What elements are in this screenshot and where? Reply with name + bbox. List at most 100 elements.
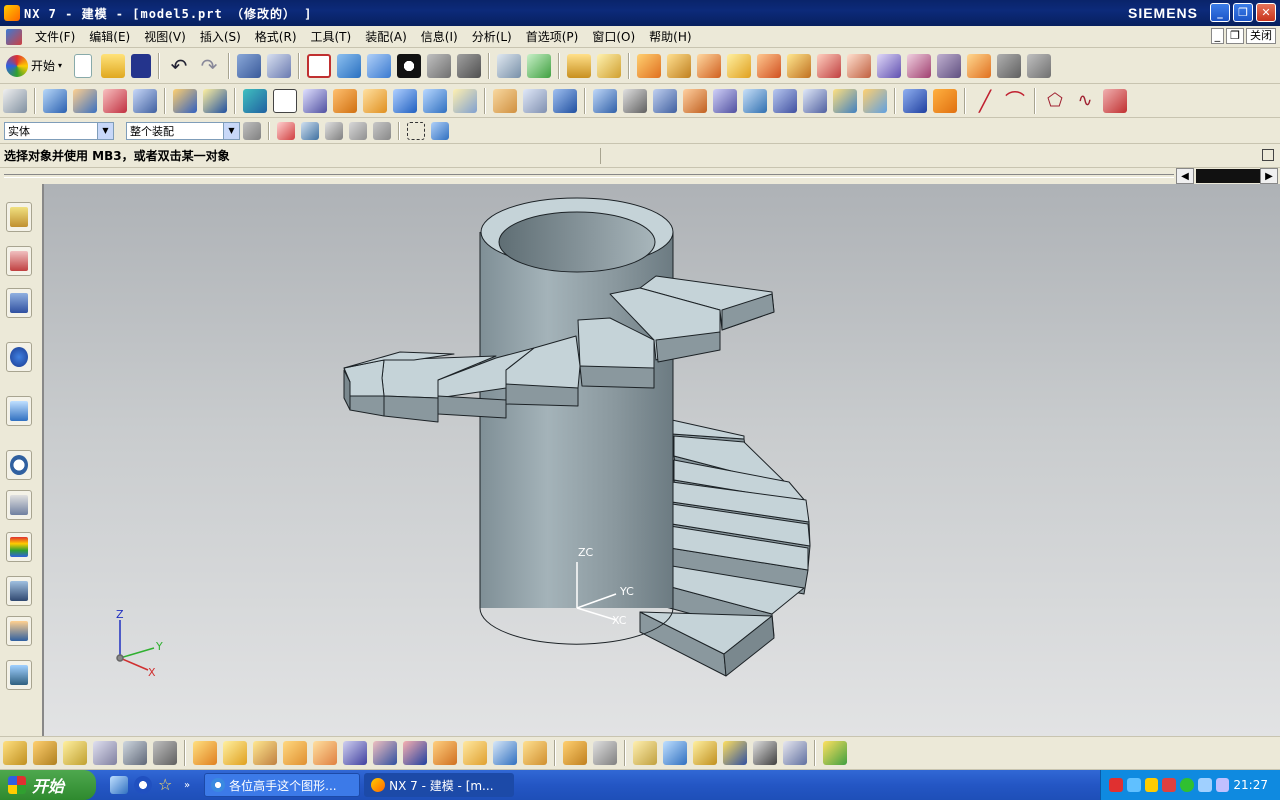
qq-icon[interactable] (1144, 778, 1159, 792)
offset-surface-icon[interactable] (713, 88, 737, 113)
open-folder-icon[interactable] (101, 53, 126, 78)
roles-icon[interactable] (6, 616, 32, 646)
new-component-bottom-icon[interactable] (223, 741, 247, 765)
menu-insert[interactable]: 插入(S) (193, 26, 248, 48)
copy-icon[interactable] (267, 53, 292, 78)
chamfer-icon[interactable] (363, 88, 387, 113)
arrangements-icon[interactable] (783, 741, 807, 765)
select-body-icon[interactable] (325, 121, 343, 140)
wave-icon[interactable] (153, 741, 177, 765)
add-component-icon[interactable] (637, 53, 662, 78)
spline-icon[interactable]: ∿ (1073, 89, 1097, 113)
revolve-icon[interactable] (73, 88, 97, 113)
replace-icon[interactable] (433, 741, 457, 765)
hole-icon[interactable] (393, 88, 417, 113)
check-clearance-icon[interactable] (817, 53, 842, 78)
datum-plane-icon[interactable] (173, 88, 197, 113)
edge-blend-icon[interactable] (333, 88, 357, 113)
sweep-icon[interactable] (103, 88, 127, 113)
move-component-icon[interactable] (313, 741, 337, 765)
select-face-icon[interactable] (301, 121, 319, 140)
measure-distance-icon[interactable] (567, 53, 592, 78)
show-only-icon[interactable] (63, 741, 87, 765)
cloning-icon[interactable] (633, 741, 657, 765)
menu-view[interactable]: 视图(V) (137, 26, 193, 48)
reposition-component-icon[interactable] (787, 53, 812, 78)
undo-icon[interactable]: ↶ (167, 54, 191, 78)
wave-linker-icon[interactable] (847, 53, 872, 78)
deformable-part-icon[interactable] (937, 53, 962, 78)
menu-help[interactable]: 帮助(H) (642, 26, 698, 48)
web-browser-icon[interactable] (6, 396, 32, 426)
patch-icon[interactable] (833, 88, 857, 113)
layer-settings-icon[interactable] (497, 53, 522, 78)
menu-information[interactable]: 信息(I) (414, 26, 465, 48)
extrude-icon[interactable] (43, 88, 67, 113)
menu-edit[interactable]: 编辑(E) (82, 26, 137, 48)
curve-operation-icon[interactable] (1103, 88, 1127, 113)
menu-analysis[interactable]: 分析(L) (465, 26, 519, 48)
open-by-proximity-icon[interactable] (33, 741, 57, 765)
menu-file[interactable]: 文件(F) (28, 26, 82, 48)
create-array-icon[interactable] (697, 53, 722, 78)
more-quicklaunch-icon[interactable]: » (184, 780, 190, 791)
new-parent-icon[interactable] (283, 741, 307, 765)
move-layer-icon[interactable] (527, 53, 552, 78)
block-icon[interactable] (243, 88, 267, 113)
weld-assistant-icon[interactable] (753, 741, 777, 765)
doc-restore-button[interactable]: ❐ (1226, 28, 1244, 44)
arc-icon[interactable]: ⌒ (1003, 89, 1027, 113)
system-materials-icon[interactable] (6, 490, 32, 520)
replace-component-icon[interactable] (727, 53, 752, 78)
deformable-icon[interactable] (723, 741, 747, 765)
shell-icon[interactable] (303, 88, 327, 113)
menu-tools[interactable]: 工具(T) (304, 26, 359, 48)
media-player-icon[interactable] (134, 776, 152, 794)
component-array-icon[interactable] (253, 741, 277, 765)
pattern-feature-icon[interactable] (493, 88, 517, 113)
assembly-sequence-icon[interactable] (593, 741, 617, 765)
close-button[interactable]: ✕ (1256, 3, 1276, 22)
show-component-icon[interactable] (123, 741, 147, 765)
spiral-staircase-model[interactable]: ZC YC XC Z Y X (44, 184, 1280, 736)
system-scenes-icon[interactable] (6, 660, 32, 690)
security-icon[interactable] (1162, 778, 1177, 792)
remember-constraints-icon[interactable] (403, 741, 427, 765)
minimize-button[interactable]: _ (1210, 3, 1230, 22)
new-component-icon[interactable] (667, 53, 692, 78)
studio-surface-icon[interactable] (683, 88, 707, 113)
show-product-outline-icon[interactable] (997, 53, 1022, 78)
select-edge-icon[interactable] (349, 121, 367, 140)
trim-body-icon[interactable] (593, 88, 617, 113)
windows-start-button[interactable]: 开始 (0, 770, 96, 800)
rectangle-select-icon[interactable] (407, 121, 425, 140)
menu-format[interactable]: 格式(R) (248, 26, 304, 48)
chevron-left-icon[interactable]: ◀ (1176, 168, 1194, 184)
offset-face-icon[interactable] (933, 88, 957, 113)
info-icon[interactable] (6, 342, 32, 372)
restore-button[interactable]: ❐ (1233, 3, 1253, 22)
background-icon[interactable] (427, 53, 452, 78)
task-browser[interactable]: 各位高手这个图形... (204, 773, 361, 797)
select-feature-icon[interactable] (373, 121, 391, 140)
unite-icon[interactable] (553, 88, 577, 113)
assembly-constraint-icon[interactable] (967, 53, 992, 78)
history-icon[interactable] (6, 450, 32, 480)
section-view-icon[interactable] (457, 53, 482, 78)
expand-icon[interactable] (1262, 149, 1274, 161)
datum-csys-icon[interactable] (203, 88, 227, 113)
redo-icon[interactable]: ↷ (197, 54, 221, 78)
mirror-feature-icon[interactable] (523, 88, 547, 113)
draft-icon[interactable] (423, 88, 447, 113)
extract-body-icon[interactable] (863, 88, 887, 113)
measure-angle-icon[interactable] (597, 53, 622, 78)
menu-preferences[interactable]: 首选项(P) (519, 26, 586, 48)
scope-filter-select[interactable]: 整个装配 ▼ (126, 121, 240, 140)
add-existing-icon[interactable] (193, 741, 217, 765)
exploded-view-icon[interactable] (877, 53, 902, 78)
toolbar-options-icon[interactable] (823, 741, 847, 765)
part-navigator-icon[interactable] (6, 288, 32, 318)
new-file-icon[interactable] (74, 53, 93, 78)
basic-curves-icon[interactable]: ⬠ (1043, 89, 1067, 113)
constraints-icon[interactable] (373, 741, 397, 765)
